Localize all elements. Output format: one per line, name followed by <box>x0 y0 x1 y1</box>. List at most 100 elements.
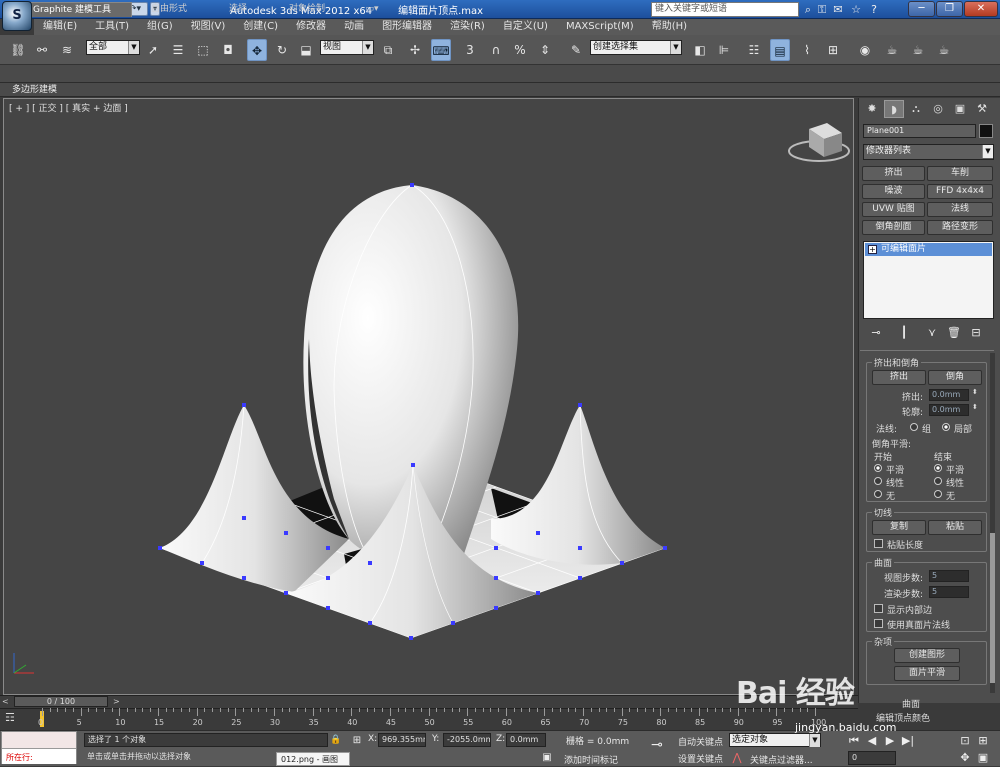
spinner-icon[interactable]: ⬍ <box>972 403 978 411</box>
modifier-ffd-button[interactable]: FFD 4x4x4 <box>927 184 993 199</box>
add-time-tag-button[interactable]: 添加时间标记 <box>564 753 618 766</box>
prev-frame-icon[interactable]: ◀ <box>864 733 880 747</box>
panel-scrollbar[interactable] <box>990 353 995 693</box>
app-logo-button[interactable]: S <box>2 1 32 31</box>
start-none-radio[interactable] <box>874 490 882 498</box>
help-icon[interactable]: ? <box>866 2 882 17</box>
menu-rendering[interactable]: 渲染(R) <box>441 19 494 35</box>
paste-length-checkbox[interactable] <box>874 539 883 548</box>
transform-mode-icon[interactable]: ⊞ <box>350 733 364 747</box>
menu-maxscript[interactable]: MAXScript(M) <box>557 19 643 35</box>
normal-group-radio[interactable] <box>910 423 918 431</box>
help-search-input[interactable]: 键入关键字或短语 <box>651 2 799 17</box>
rectangular-selection-icon[interactable]: ⬚ <box>193 39 213 61</box>
selection-filter-dropdown[interactable]: 全部 ▼ <box>86 40 140 55</box>
quick-render-icon[interactable]: ☕ <box>934 39 954 61</box>
tangent-paste-button[interactable]: 粘贴 <box>928 520 982 535</box>
restore-button[interactable]: ❐ <box>936 1 963 17</box>
normal-local-radio[interactable] <box>942 423 950 431</box>
tangent-copy-button[interactable]: 复制 <box>872 520 926 535</box>
show-interior-edges-checkbox[interactable] <box>874 604 883 613</box>
menu-modifiers[interactable]: 修改器 <box>287 19 335 35</box>
menu-help[interactable]: 帮助(H) <box>643 19 696 35</box>
window-crossing-icon[interactable]: ◘ <box>218 39 238 61</box>
set-key-button[interactable]: 设置关键点 <box>678 752 723 765</box>
utilities-panel-icon[interactable]: ⚒ <box>972 100 992 118</box>
patch-smooth-button[interactable]: 面片平滑 <box>894 666 960 681</box>
show-end-result-icon[interactable]: ┃ <box>896 325 912 340</box>
time-prev-icon[interactable]: < <box>2 696 12 707</box>
current-frame-field[interactable]: 0 <box>848 751 896 765</box>
select-object-icon[interactable]: ➚ <box>143 39 163 61</box>
motion-panel-icon[interactable]: ◎ <box>928 100 948 118</box>
close-button[interactable]: ✕ <box>964 1 998 17</box>
zoom-all-icon[interactable]: ⊞ <box>976 733 990 747</box>
view-steps-field[interactable]: 5 <box>929 570 969 582</box>
mirror-icon[interactable]: ◧ <box>690 39 710 61</box>
next-frame-icon[interactable]: ▶| <box>900 733 916 747</box>
viewport-canvas[interactable] <box>4 99 855 696</box>
menu-tools[interactable]: 工具(T) <box>86 19 138 35</box>
align-icon[interactable]: ⊫ <box>714 39 734 61</box>
end-none-radio[interactable] <box>934 490 942 498</box>
subscription-icon[interactable]: ⚿ <box>814 2 830 17</box>
tab-object-paint[interactable]: 对象绘制 <box>276 2 338 17</box>
keyboard-shortcut-override-icon[interactable]: ⌨ <box>431 39 451 61</box>
key-filters-icon[interactable]: ⋀ <box>730 750 744 764</box>
menu-create[interactable]: 创建(C) <box>234 19 287 35</box>
modify-panel-icon[interactable]: ◗ <box>884 100 904 118</box>
menu-customize[interactable]: 自定义(U) <box>494 19 557 35</box>
scrollbar-thumb[interactable] <box>990 533 995 683</box>
make-unique-icon[interactable]: ⋎ <box>924 325 940 340</box>
key-filters-button[interactable]: 关键点过滤器... <box>750 753 813 766</box>
create-panel-icon[interactable]: ✸ <box>862 100 882 118</box>
named-selection-dropdown[interactable]: 创建选择集 ▼ <box>590 40 682 55</box>
reference-coordinate-dropdown[interactable]: 视图 ▼ <box>320 40 374 55</box>
x-coordinate-field[interactable]: 969.355mm <box>378 733 426 747</box>
pivot-center-icon[interactable]: ⧉ <box>378 39 398 61</box>
communication-icon[interactable]: ✉ <box>830 2 846 17</box>
angle-snap-icon[interactable]: ∩ <box>486 39 506 61</box>
select-and-move-icon[interactable]: ✥ <box>247 39 267 61</box>
percent-snap-icon[interactable]: % <box>510 39 530 61</box>
pin-stack-icon[interactable]: ⊸ <box>868 325 884 340</box>
favorites-icon[interactable]: ☆ <box>848 2 864 17</box>
select-and-scale-icon[interactable]: ⬓ <box>296 39 316 61</box>
select-and-manipulate-icon[interactable]: ✢ <box>405 39 425 61</box>
auto-key-button[interactable]: 自动关键点 <box>678 735 723 748</box>
y-coordinate-field[interactable]: -2055.0mm <box>443 733 491 747</box>
edit-named-selection-icon[interactable]: ✎ <box>566 39 586 61</box>
ribbon-options-icon[interactable]: ▭▾ <box>360 2 384 17</box>
expand-toggle-icon[interactable]: + <box>868 245 877 254</box>
object-name-field[interactable]: Plane001 <box>863 124 976 138</box>
render-setup-icon[interactable]: ☕ <box>882 39 902 61</box>
unlink-icon[interactable]: ⚯ <box>32 39 52 61</box>
modifier-lathe-button[interactable]: 车削 <box>927 166 993 181</box>
modifier-noise-button[interactable]: 噪波 <box>862 184 925 199</box>
extrude-amount-field[interactable]: 0.0mm <box>929 389 969 401</box>
minimize-button[interactable]: ─ <box>908 1 935 17</box>
modifier-list-dropdown[interactable]: 修改器列表 ▼ <box>863 144 994 160</box>
graphite-toggle-icon[interactable]: ▤ <box>770 39 790 61</box>
modifier-uvw-map-button[interactable]: UVW 贴图 <box>862 202 925 217</box>
menu-animation[interactable]: 动画 <box>335 19 373 35</box>
orbit-icon[interactable]: ✥ <box>958 750 972 764</box>
time-slider[interactable] <box>0 695 858 708</box>
menu-edit[interactable]: 编辑(E) <box>34 19 86 35</box>
goto-start-icon[interactable]: ⏮ <box>846 733 862 747</box>
lock-selection-icon[interactable]: 🔒 <box>330 733 342 747</box>
object-color-swatch[interactable] <box>979 124 993 138</box>
time-tag-icon[interactable]: ▣ <box>540 750 554 764</box>
start-linear-radio[interactable] <box>874 477 882 485</box>
menu-views[interactable]: 视图(V) <box>182 19 235 35</box>
modifier-extrude-button[interactable]: 挤出 <box>862 166 925 181</box>
outline-amount-field[interactable]: 0.0mm <box>929 404 969 416</box>
tab-selection[interactable]: 选择 <box>210 2 266 17</box>
create-shape-button[interactable]: 创建图形 <box>894 648 960 663</box>
schematic-view-icon[interactable]: ⊞ <box>823 39 843 61</box>
key-selection-dropdown[interactable]: 选定对象 ▼ <box>729 733 821 747</box>
display-panel-icon[interactable]: ▣ <box>950 100 970 118</box>
layer-manager-icon[interactable]: ☷ <box>744 39 764 61</box>
hierarchy-panel-icon[interactable]: ⛬ <box>906 100 926 118</box>
material-editor-icon[interactable]: ◉ <box>855 39 875 61</box>
